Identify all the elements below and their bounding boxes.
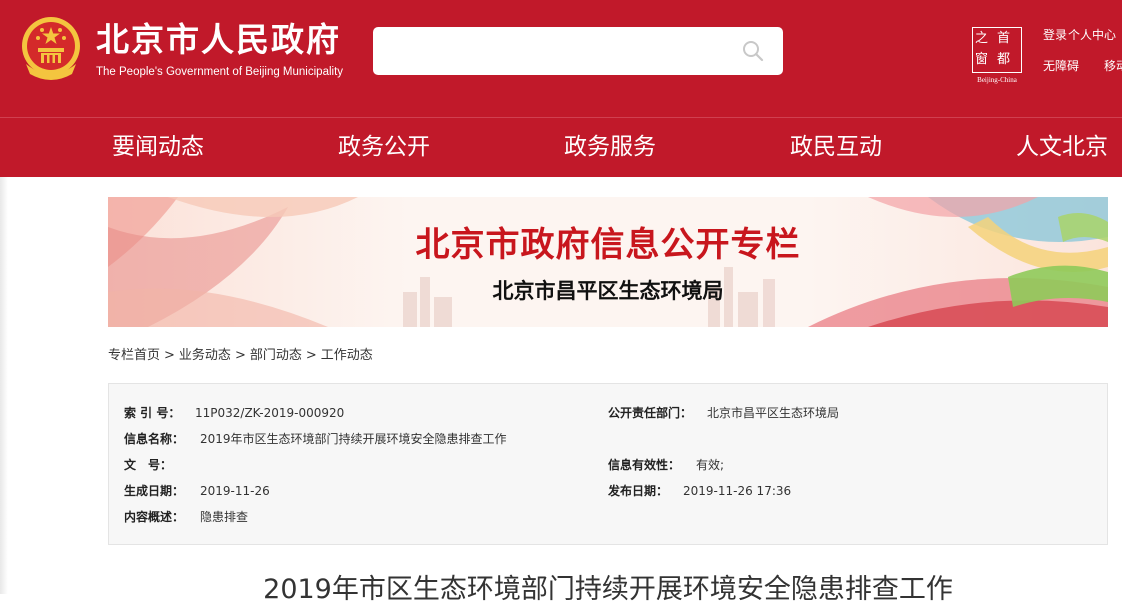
nav-item-services[interactable]: 政务服务 xyxy=(564,131,656,163)
department-label: 公开责任部门： xyxy=(608,406,693,420)
nav-item-government-affairs[interactable]: 政务公开 xyxy=(338,131,430,163)
publish-date-row: 发布日期： 2019-11-26 17:36 xyxy=(608,483,791,499)
index-number-value: 11P032/ZK-2019-000920 xyxy=(195,406,345,420)
logo-char: 窗 xyxy=(975,52,989,67)
site-subtitle: The People's Government of Beijing Munic… xyxy=(96,66,344,78)
index-number-row: 索 引 号： 11P032/ZK-2019-000920 xyxy=(124,405,344,421)
breadcrumb: 专栏首页 > 业务动态 > 部门动态 > 工作动态 xyxy=(108,347,373,365)
info-metadata-panel: 索 引 号： 11P032/ZK-2019-000920 公开责任部门： 北京市昌平… xyxy=(108,383,1108,545)
article-title: 2019年市区生态环境部门持续开展环境安全隐患排查工作 xyxy=(263,574,953,605)
breadcrumb-item-work[interactable]: 工作动态 xyxy=(321,348,373,363)
document-number-label: 文 号： xyxy=(124,458,173,472)
national-emblem-icon xyxy=(22,17,80,80)
column-banner: 北京市政府信息公开专栏 北京市昌平区生态环境局 xyxy=(108,197,1108,327)
search-icon[interactable] xyxy=(740,38,766,64)
nav-item-culture[interactable]: 人文北京 xyxy=(1016,131,1108,163)
breadcrumb-item-home[interactable]: 专栏首页 xyxy=(108,348,160,363)
summary-value: 隐患排查 xyxy=(200,510,249,524)
info-name-row: 信息名称： 2019年市区生态环境部门持续开展环境安全隐患排查工作 xyxy=(124,431,507,447)
search-input[interactable] xyxy=(373,27,783,75)
summary-label: 内容概述： xyxy=(124,510,185,524)
site-title[interactable]: 北京市人民政府 xyxy=(96,20,341,60)
login-link[interactable]: 登录 xyxy=(1043,27,1067,43)
breadcrumb-item-department[interactable]: 部门动态 xyxy=(250,348,302,363)
logo-caption: Beijing-China xyxy=(977,76,1017,84)
validity-label: 信息有效性： xyxy=(608,458,681,472)
main-nav: 要闻动态 政务公开 政务服务 政民互动 人文北京 xyxy=(0,117,1122,177)
nav-item-interaction[interactable]: 政民互动 xyxy=(790,131,882,163)
info-name-value: 2019年市区生态环境部门持续开展环境安全隐患排查工作 xyxy=(200,432,507,446)
index-number-label: 索 引 号： xyxy=(124,406,181,420)
logo-char: 都 xyxy=(997,52,1011,67)
generated-date-row: 生成日期： 2019-11-26 xyxy=(124,483,270,499)
validity-value: 有效; xyxy=(696,458,725,472)
validity-row: 信息有效性： 有效; xyxy=(608,457,724,473)
site-header: 北京市人民政府 The People's Government of Beiji… xyxy=(0,0,1122,117)
logo-frame: 之 首 窗 都 xyxy=(972,27,1022,73)
accessibility-link[interactable]: 无障碍 xyxy=(1043,58,1079,74)
publish-date-value: 2019-11-26 17:36 xyxy=(683,484,792,498)
department-row: 公开责任部门： 北京市昌平区生态环境局 xyxy=(608,405,839,421)
breadcrumb-separator: > xyxy=(164,348,175,363)
generated-date-label: 生成日期： xyxy=(124,484,185,498)
banner-subtitle: 北京市昌平区生态环境局 xyxy=(492,279,724,303)
logo-char: 之 xyxy=(975,31,989,46)
banner-title: 北京市政府信息公开专栏 xyxy=(415,225,801,265)
publish-date-label: 发布日期： xyxy=(608,484,669,498)
mobile-link[interactable]: 移动 xyxy=(1104,58,1122,74)
generated-date-value: 2019-11-26 xyxy=(200,484,270,498)
logo-char: 首 xyxy=(997,31,1011,46)
breadcrumb-item-business[interactable]: 业务动态 xyxy=(179,348,231,363)
breadcrumb-separator: > xyxy=(305,348,317,363)
capital-window-logo[interactable]: 之 首 窗 都 Beijing-China xyxy=(970,27,1024,85)
personal-center-link[interactable]: 个人中心 xyxy=(1068,27,1116,43)
info-name-label: 信息名称： xyxy=(124,432,185,446)
page-edge-shadow xyxy=(0,177,8,594)
department-value: 北京市昌平区生态环境局 xyxy=(707,406,840,420)
document-number-row: 文 号： xyxy=(124,457,200,473)
breadcrumb-separator: > xyxy=(234,348,246,363)
nav-item-news[interactable]: 要闻动态 xyxy=(112,131,204,163)
summary-row: 内容概述： 隐患排查 xyxy=(124,509,248,525)
